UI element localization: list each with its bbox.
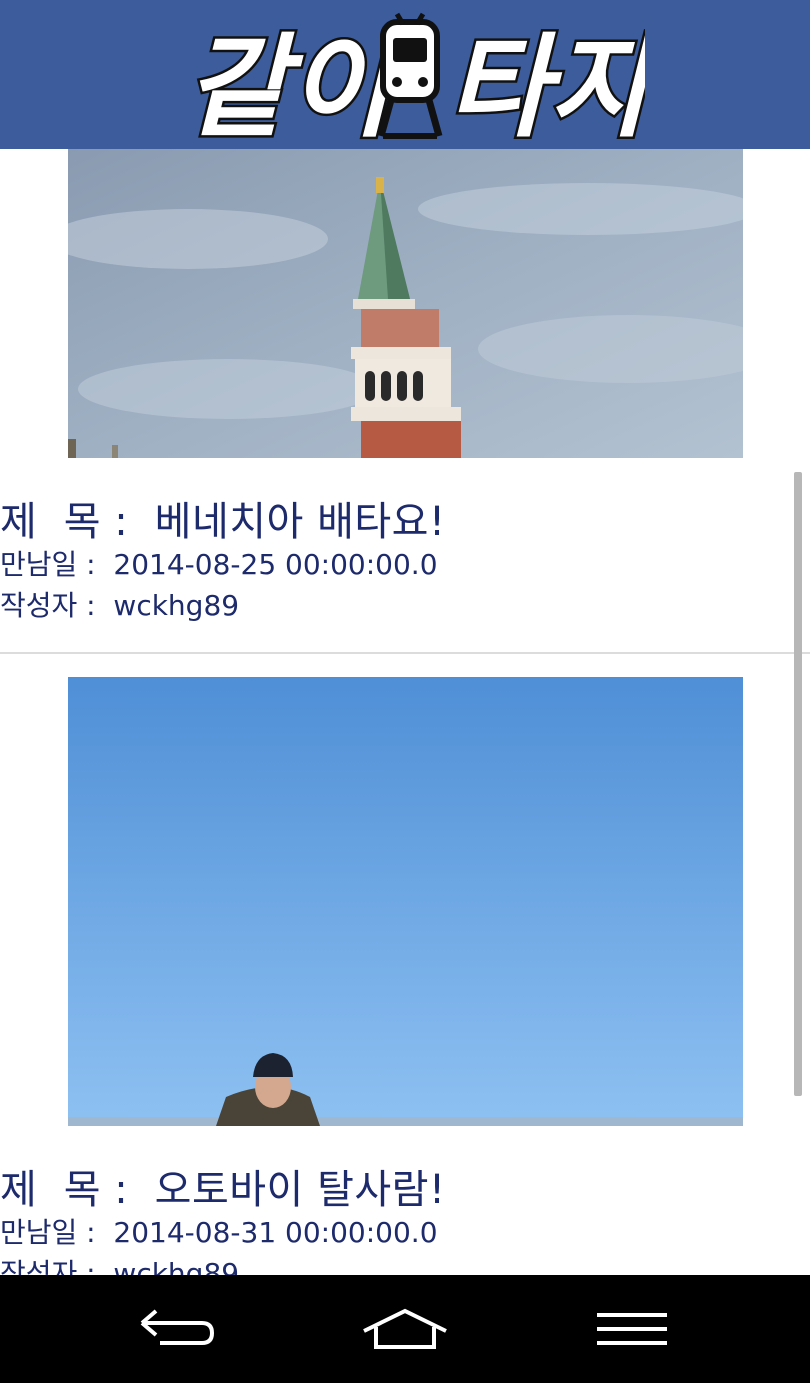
post-title: 제 목 : 오토바이 탈사람!: [0, 1167, 446, 1213]
person-sky-photo[interactable]: [68, 677, 743, 1126]
home-button[interactable]: [350, 1299, 460, 1359]
post-feed[interactable]: 제 목 : 베네치아 배타요! 만남일 : 2014-08-25 00:00:0…: [0, 149, 810, 1275]
post-title: 제 목 : 베네치아 배타요!: [0, 499, 446, 545]
app-header: 같이 타자: [0, 0, 810, 149]
post-author: 작성자 : wckhg89: [0, 1257, 240, 1275]
post-meet-date: 만남일 : 2014-08-31 00:00:00.0: [0, 1216, 438, 1249]
svg-text:타자: 타자: [447, 23, 645, 148]
svg-text:같이: 같이: [185, 23, 402, 148]
menu-icon: [597, 1313, 667, 1345]
bell-tower-photo[interactable]: [68, 149, 743, 458]
train-icon: [377, 12, 443, 139]
scrollbar[interactable]: [794, 472, 802, 1096]
back-arrow-icon: [140, 1309, 215, 1345]
back-button[interactable]: [123, 1299, 233, 1359]
app-logo: 같이 타자: [185, 12, 645, 148]
home-icon: [363, 1308, 447, 1349]
divider: [0, 652, 810, 654]
menu-button[interactable]: [577, 1299, 687, 1359]
post-author: 작성자 : wckhg89: [0, 589, 240, 622]
system-navigation-bar: [0, 1275, 810, 1383]
post-meet-date: 만남일 : 2014-08-25 00:00:00.0: [0, 548, 438, 581]
